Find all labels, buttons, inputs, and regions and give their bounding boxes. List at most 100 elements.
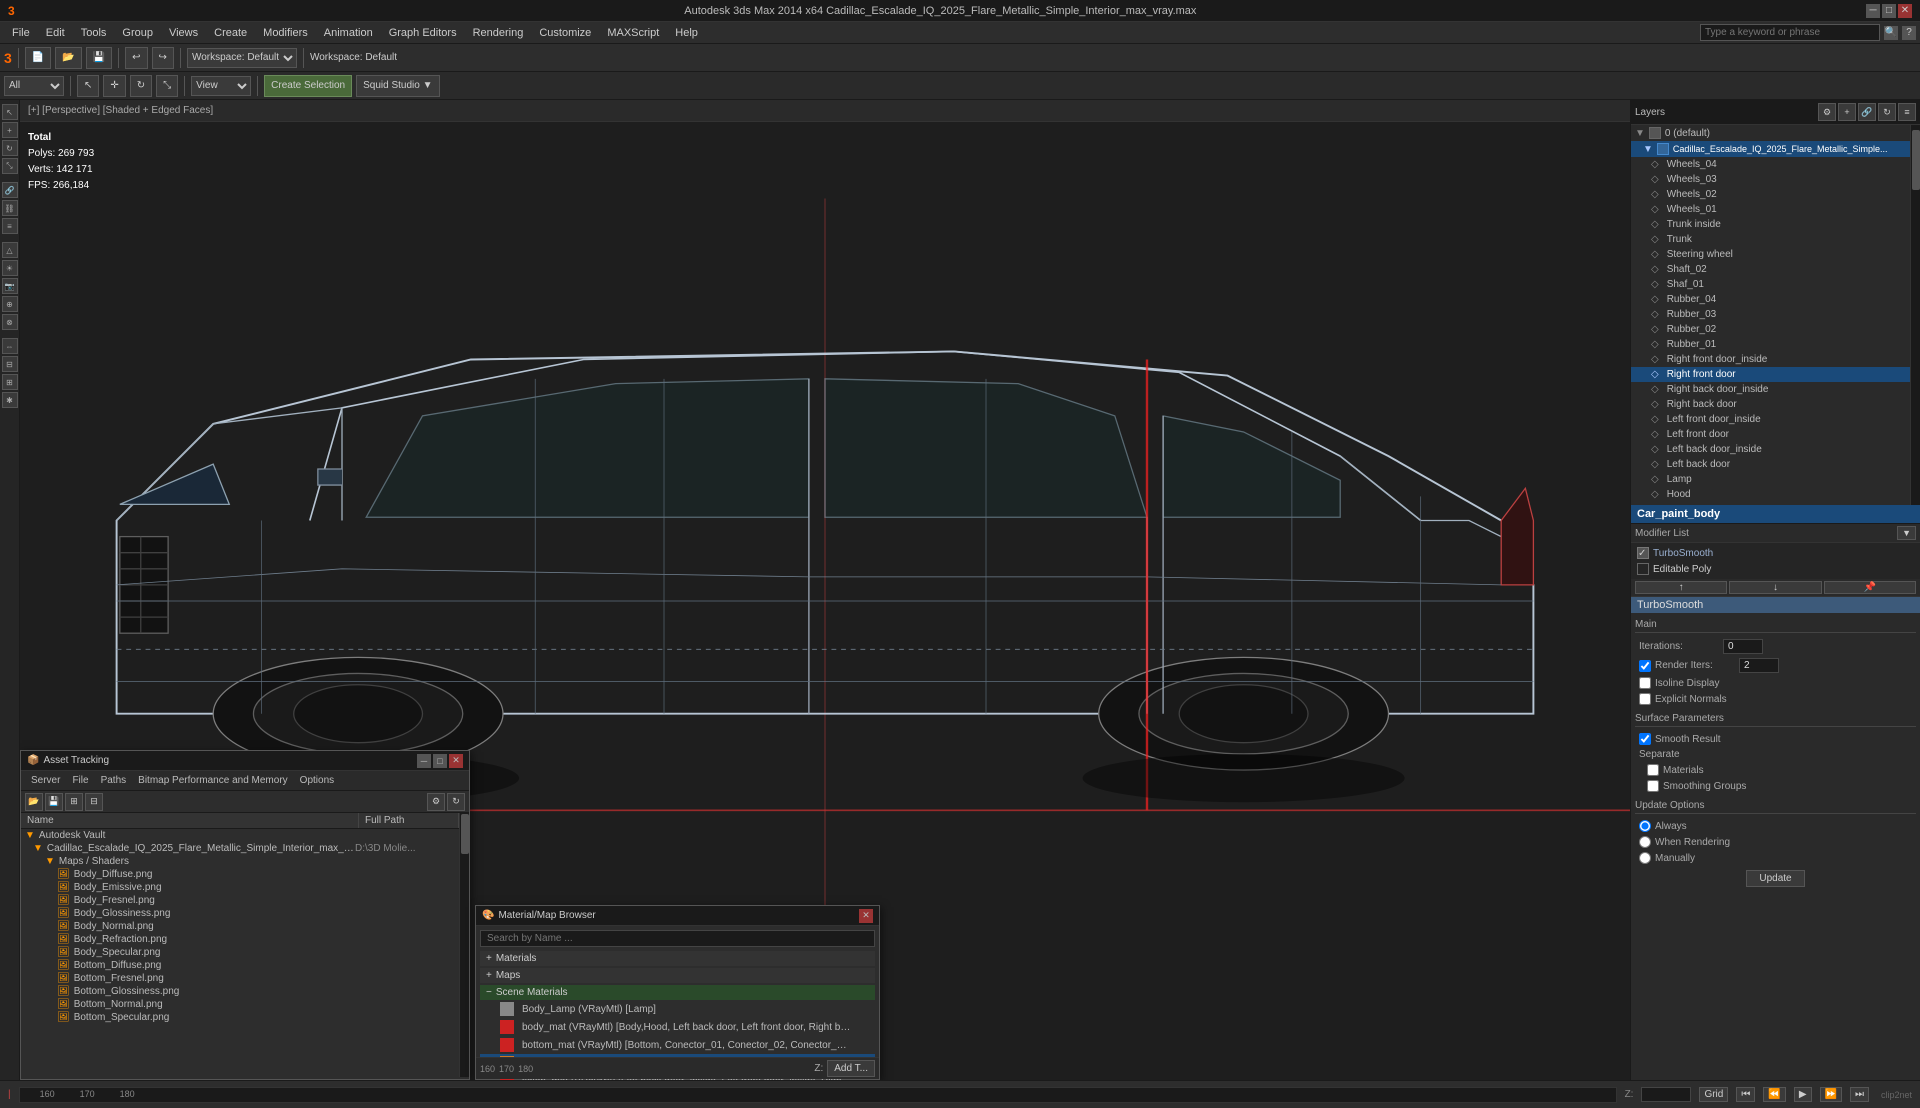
- open-button[interactable]: 📂: [55, 47, 81, 69]
- asset-tb-4[interactable]: ⊟: [85, 793, 103, 811]
- asset-row-body-diffuse[interactable]: 🖼 Body_Diffuse.png: [21, 868, 459, 881]
- timeline-bar[interactable]: 160 170 180: [19, 1087, 1617, 1103]
- layer-left-front-door[interactable]: ◇ Left front door: [1631, 427, 1910, 442]
- asset-menu-options[interactable]: Options: [294, 773, 340, 788]
- asset-tb-3[interactable]: ⊞: [65, 793, 83, 811]
- grid-button[interactable]: Grid: [1699, 1087, 1728, 1102]
- lt-move[interactable]: +: [2, 122, 18, 138]
- layer-settings-btn[interactable]: ⚙: [1818, 103, 1836, 121]
- mat-scene-header[interactable]: − Scene Materials: [480, 985, 875, 1000]
- layer-vis-0[interactable]: [1649, 127, 1661, 139]
- lt-lights[interactable]: ☀: [2, 260, 18, 276]
- redo-button[interactable]: ↪: [152, 47, 174, 69]
- layer-refresh-btn[interactable]: ↻: [1878, 103, 1896, 121]
- asset-row-maps[interactable]: ▼ Maps / Shaders: [21, 855, 459, 868]
- menu-file[interactable]: File: [4, 25, 38, 41]
- asset-minimize[interactable]: ─: [417, 754, 431, 768]
- add-material-button[interactable]: Add T...: [827, 1060, 875, 1077]
- view-select[interactable]: View: [191, 76, 251, 96]
- layer-rfd-inside[interactable]: ◇ Right front door_inside: [1631, 352, 1910, 367]
- layer-rubber-03[interactable]: ◇ Rubber_03: [1631, 307, 1910, 322]
- select-button[interactable]: ↖: [77, 75, 99, 97]
- next-frame-btn[interactable]: ⏩: [1820, 1087, 1842, 1102]
- asset-row-body-glossiness[interactable]: 🖼 Body_Glossiness.png: [21, 907, 459, 920]
- mode-select[interactable]: All: [4, 76, 64, 96]
- lt-rotate[interactable]: ↻: [2, 140, 18, 156]
- menu-rendering[interactable]: Rendering: [465, 25, 532, 41]
- close-button[interactable]: ✕: [1898, 4, 1912, 18]
- isoline-checkbox[interactable]: [1639, 677, 1651, 689]
- layer-more-btn[interactable]: ≡: [1898, 103, 1916, 121]
- search-button[interactable]: 🔍: [1884, 26, 1898, 40]
- layer-left-back-door[interactable]: ◇ Left back door: [1631, 457, 1910, 472]
- lt-bind[interactable]: ≡: [2, 218, 18, 234]
- modifier-down-btn[interactable]: ↓: [1729, 581, 1821, 594]
- always-radio[interactable]: [1639, 820, 1651, 832]
- lt-scale[interactable]: ⤡: [2, 158, 18, 174]
- manually-radio[interactable]: [1639, 852, 1651, 864]
- lt-cameras[interactable]: 📷: [2, 278, 18, 294]
- layer-rubber-04[interactable]: ◇ Rubber_04: [1631, 292, 1910, 307]
- iterations-input[interactable]: [1723, 639, 1763, 654]
- play-end-btn[interactable]: ⏭: [1850, 1087, 1869, 1102]
- asset-close[interactable]: ✕: [449, 754, 463, 768]
- layer-lfd-inside[interactable]: ◇ Left front door_inside: [1631, 412, 1910, 427]
- smoothing-groups-checkbox[interactable]: [1647, 780, 1659, 792]
- asset-tb-1[interactable]: 📂: [25, 793, 43, 811]
- menu-maxscript[interactable]: MAXScript: [599, 25, 667, 41]
- layer-list[interactable]: ▼ 0 (default) ▼ Cadillac_Escalade_IQ_202…: [1631, 125, 1910, 505]
- layer-scrollbar-thumb[interactable]: [1912, 130, 1920, 190]
- lt-link[interactable]: 🔗: [2, 182, 18, 198]
- asset-row-file[interactable]: ▼ Cadillac_Escalade_IQ_2025_Flare_Metall…: [21, 842, 459, 855]
- menu-group[interactable]: Group: [114, 25, 161, 41]
- layer-rubber-01[interactable]: ◇ Rubber_01: [1631, 337, 1910, 352]
- layer-right-back-door[interactable]: ◇ Right back door: [1631, 397, 1910, 412]
- lt-align[interactable]: ⊟: [2, 356, 18, 372]
- lt-unlink[interactable]: ⛓: [2, 200, 18, 216]
- undo-button[interactable]: ↩: [125, 47, 147, 69]
- lt-mirror[interactable]: ⇔: [2, 338, 18, 354]
- menu-create[interactable]: Create: [206, 25, 255, 41]
- layer-wheels-03[interactable]: ◇ Wheels_03: [1631, 172, 1910, 187]
- asset-row-body-specular[interactable]: 🖼 Body_Specular.png: [21, 946, 459, 959]
- layer-add-btn[interactable]: +: [1838, 103, 1856, 121]
- minimize-button[interactable]: ─: [1866, 4, 1880, 18]
- menu-modifiers[interactable]: Modifiers: [255, 25, 316, 41]
- modifier-turbosmooth[interactable]: ✓ TurboSmooth: [1633, 545, 1918, 561]
- lt-snap[interactable]: ✱: [2, 392, 18, 408]
- mat-maps-header[interactable]: + Maps: [480, 968, 875, 983]
- lt-spacewarps[interactable]: ⊗: [2, 314, 18, 330]
- layer-0-default[interactable]: ▼ 0 (default): [1631, 125, 1910, 141]
- layer-rbd-inside[interactable]: ◇ Right back door_inside: [1631, 382, 1910, 397]
- menu-views[interactable]: Views: [161, 25, 206, 41]
- mat-item-body-mat[interactable]: body_mat (VRayMtl) [Body,Hood, Left back…: [480, 1018, 875, 1036]
- menu-customize[interactable]: Customize: [531, 25, 599, 41]
- explicit-normals-checkbox[interactable]: [1639, 693, 1651, 705]
- asset-menu-file[interactable]: File: [66, 773, 94, 788]
- play-btn[interactable]: ▶: [1794, 1087, 1812, 1102]
- viewport-canvas[interactable]: Total Polys: 269 793 Verts: 142 171 FPS:…: [20, 122, 1630, 1080]
- menu-edit[interactable]: Edit: [38, 25, 73, 41]
- modifier-pin-btn[interactable]: 📌: [1824, 581, 1916, 594]
- asset-menu-bitmap[interactable]: Bitmap Performance and Memory: [132, 773, 294, 788]
- menu-graph-editors[interactable]: Graph Editors: [381, 25, 465, 41]
- menu-animation[interactable]: Animation: [316, 25, 381, 41]
- asset-maximize[interactable]: □: [433, 754, 447, 768]
- modifier-up-btn[interactable]: ↑: [1635, 581, 1727, 594]
- layer-steering[interactable]: ◇ Steering wheel: [1631, 247, 1910, 262]
- modifier-editable-poly[interactable]: Editable Poly: [1633, 561, 1918, 577]
- layer-hood[interactable]: ◇ Hood: [1631, 487, 1910, 502]
- asset-scrollbar-thumb[interactable]: [461, 814, 469, 854]
- layer-wheels-04[interactable]: ◇ Wheels_04: [1631, 157, 1910, 172]
- layer-scrollbar[interactable]: [1910, 125, 1920, 505]
- layer-shaft-02[interactable]: ◇ Shaft_02: [1631, 262, 1910, 277]
- asset-menu-paths[interactable]: Paths: [95, 773, 133, 788]
- asset-row-body-fresnel[interactable]: 🖼 Body_Fresnel.png: [21, 894, 459, 907]
- mat-search-input[interactable]: [480, 930, 875, 947]
- mat-materials-header[interactable]: + Materials: [480, 951, 875, 966]
- smooth-result-checkbox[interactable]: [1639, 733, 1651, 745]
- move-button[interactable]: ✛: [103, 75, 125, 97]
- mat-item-body-lamp[interactable]: Body_Lamp (VRayMtl) [Lamp]: [480, 1000, 875, 1018]
- layer-vis-1[interactable]: [1657, 143, 1669, 155]
- layer-wheels-02[interactable]: ◇ Wheels_02: [1631, 187, 1910, 202]
